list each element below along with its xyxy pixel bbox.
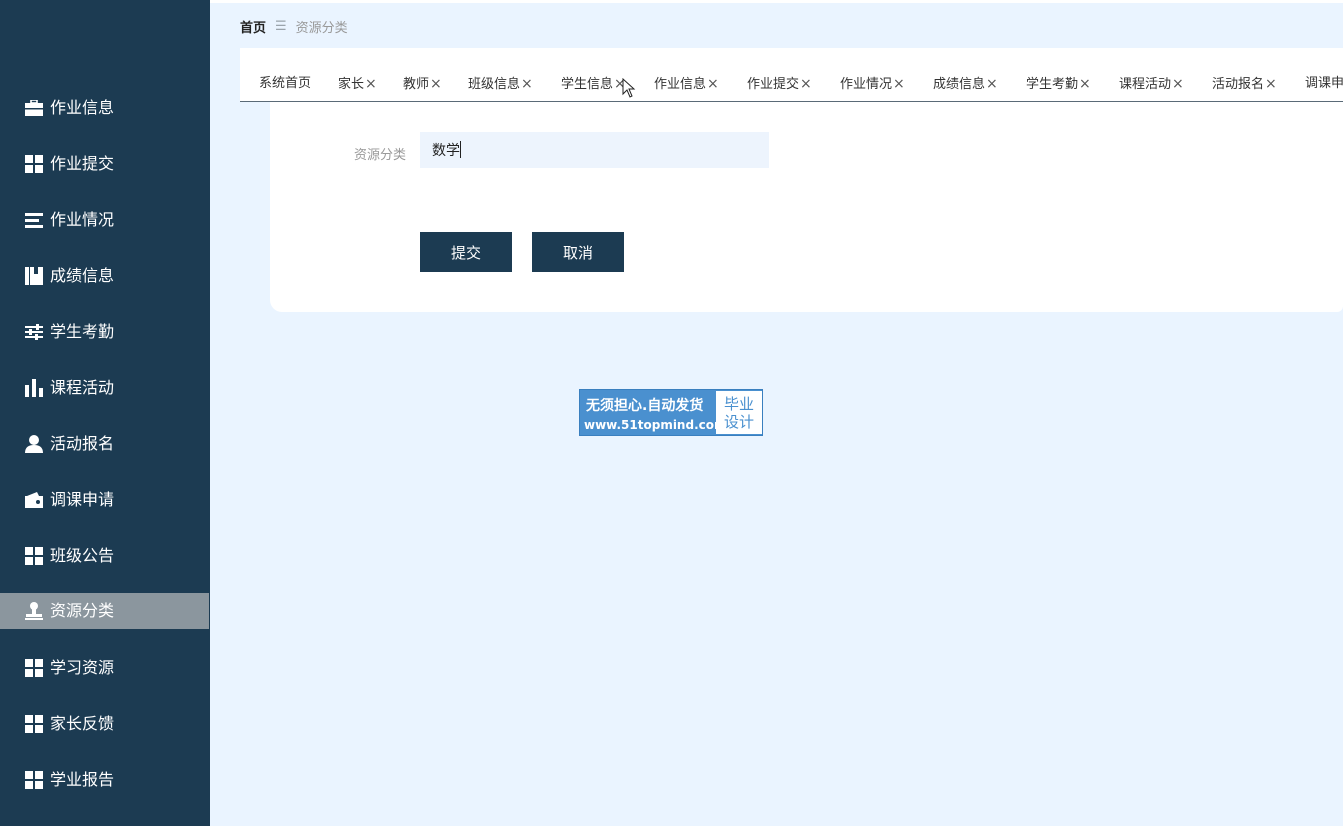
sidebar-item-label: 学习资源	[50, 658, 115, 677]
grid-icon	[25, 547, 43, 565]
sidebar-item-resource-category[interactable]: 资源分类	[0, 593, 209, 629]
sidebar-item-label: 资源分类	[50, 601, 115, 620]
resource-category-label: 资源分类	[354, 148, 407, 163]
tab-teacher[interactable]: 教师×	[403, 74, 442, 94]
user-icon	[25, 435, 43, 453]
close-icon[interactable]: ×	[1172, 76, 1184, 92]
sidebar-item-label: 调课申请	[50, 490, 115, 509]
grid-icon	[25, 659, 43, 677]
tab-activity-signup[interactable]: 活动报名×	[1212, 74, 1277, 94]
sidebar-item-class-change[interactable]: 调课申请	[0, 482, 210, 518]
close-icon[interactable]: ×	[430, 76, 442, 92]
text-caret	[460, 141, 461, 158]
grid-icon	[25, 771, 43, 789]
tab-homework-status[interactable]: 作业情况×	[840, 74, 905, 94]
tab-label: 成绩信息	[933, 77, 986, 92]
wallet-icon	[25, 491, 43, 509]
tab-label: 家长	[338, 77, 365, 92]
badge-slogan: 无须担心.自动发货	[586, 398, 704, 414]
tab-grades[interactable]: 成绩信息×	[933, 74, 998, 94]
grid-icon	[25, 155, 43, 173]
sidebar-item-label: 活动报名	[50, 434, 115, 453]
tab-label: 系统首页	[259, 76, 312, 91]
tab-course-activity[interactable]: 课程活动×	[1119, 74, 1184, 94]
sidebar-item-label: 学业报告	[50, 770, 115, 789]
sidebar-item-grades[interactable]: 成绩信息	[0, 258, 210, 294]
bar-chart-icon	[25, 379, 43, 397]
close-icon[interactable]: ×	[365, 76, 377, 92]
close-icon[interactable]: ×	[986, 76, 998, 92]
sliders-icon	[25, 323, 43, 341]
tab-label: 作业提交	[747, 77, 800, 92]
grid-icon	[25, 715, 43, 733]
close-icon[interactable]: ×	[521, 76, 533, 92]
sidebar-item-label: 班级公告	[50, 546, 115, 565]
badge-side-line2: 设计	[723, 413, 754, 431]
sidebar-item-homework-submit[interactable]: 作业提交	[0, 146, 210, 182]
sidebar-item-label: 成绩信息	[50, 266, 115, 285]
badge-url: www.51topmind.com	[584, 418, 727, 432]
tab-label: 学生考勤	[1026, 77, 1079, 92]
breadcrumb-home[interactable]: 首页	[240, 17, 266, 36]
badge-side-line1: 毕业	[723, 395, 754, 413]
close-icon[interactable]: ×	[800, 76, 812, 92]
tab-homework-info[interactable]: 作业信息×	[654, 74, 719, 94]
tab-parent[interactable]: 家长×	[338, 74, 377, 94]
submit-button[interactable]: 提交	[420, 232, 512, 272]
form-card: 资源分类 提交 取消	[270, 102, 1343, 312]
top-strip	[210, 0, 1343, 3]
tab-label: 班级信息	[468, 77, 521, 92]
badge-text-block: 无须担心.自动发货 www.51topmind.com	[580, 390, 727, 435]
sidebar-item-label: 学生考勤	[50, 322, 115, 341]
badge-side-block: 毕业 设计	[716, 391, 762, 434]
sidebar-item-label: 作业情况	[50, 210, 115, 229]
tab-label: 调课申	[1305, 76, 1343, 91]
sidebar-item-parent-feedback[interactable]: 家长反馈	[0, 706, 210, 742]
tab-label: 学生信息	[561, 77, 614, 92]
sidebar-item-class-notice[interactable]: 班级公告	[0, 538, 210, 574]
sidebar-item-label: 家长反馈	[50, 714, 115, 733]
list-icon	[25, 211, 43, 229]
briefcase-icon	[25, 99, 43, 117]
tab-label: 教师	[403, 77, 430, 92]
breadcrumb: 首页 ☰ 资源分类	[240, 16, 348, 36]
book-icon	[25, 267, 43, 285]
sidebar: 作业信息 作业提交 作业情况 成绩信息 学生考勤 课程活动 活动报名 调课申请 …	[0, 0, 210, 826]
tab-bar: 系统首页 家长× 教师× 班级信息× 学生信息× 作业信息× 作业提交× 作业情…	[240, 48, 1343, 102]
watermark-badge: 无须担心.自动发货 www.51topmind.com 毕业 设计	[579, 389, 763, 436]
main-content: 首页 ☰ 资源分类 系统首页 家长× 教师× 班级信息× 学生信息× 作业信息×…	[210, 0, 1343, 826]
sidebar-item-attendance[interactable]: 学生考勤	[0, 314, 210, 350]
sidebar-item-learning-resources[interactable]: 学习资源	[0, 650, 210, 686]
close-icon[interactable]: ×	[1265, 76, 1277, 92]
close-icon[interactable]: ×	[707, 76, 719, 92]
resource-category-input[interactable]	[420, 132, 769, 168]
tab-label: 活动报名	[1212, 77, 1265, 92]
cancel-button[interactable]: 取消	[532, 232, 624, 272]
sidebar-item-label: 作业信息	[50, 98, 115, 117]
tab-label: 课程活动	[1119, 77, 1172, 92]
tab-class-info[interactable]: 班级信息×	[468, 74, 533, 94]
tab-class-change[interactable]: 调课申	[1305, 74, 1343, 94]
sidebar-item-label: 作业提交	[50, 154, 115, 173]
tab-label: 作业情况	[840, 77, 893, 92]
menu-icon: ☰	[275, 18, 287, 34]
close-icon[interactable]: ×	[1079, 76, 1091, 92]
tab-label: 作业信息	[654, 77, 707, 92]
sidebar-item-homework-info[interactable]: 作业信息	[0, 90, 210, 126]
sidebar-item-course-activity[interactable]: 课程活动	[0, 370, 210, 406]
sidebar-item-homework-status[interactable]: 作业情况	[0, 202, 210, 238]
breadcrumb-current: 资源分类	[295, 20, 348, 36]
mouse-cursor-icon	[622, 78, 636, 98]
tab-student-info[interactable]: 学生信息×	[561, 74, 626, 94]
sidebar-item-label: 课程活动	[50, 378, 115, 397]
tab-home[interactable]: 系统首页	[259, 74, 311, 94]
stamp-icon	[25, 602, 43, 620]
sidebar-item-activity-signup[interactable]: 活动报名	[0, 426, 210, 462]
tab-attendance[interactable]: 学生考勤×	[1026, 74, 1091, 94]
tab-homework-submit[interactable]: 作业提交×	[747, 74, 812, 94]
sidebar-item-academic-report[interactable]: 学业报告	[0, 762, 210, 798]
close-icon[interactable]: ×	[893, 76, 905, 92]
